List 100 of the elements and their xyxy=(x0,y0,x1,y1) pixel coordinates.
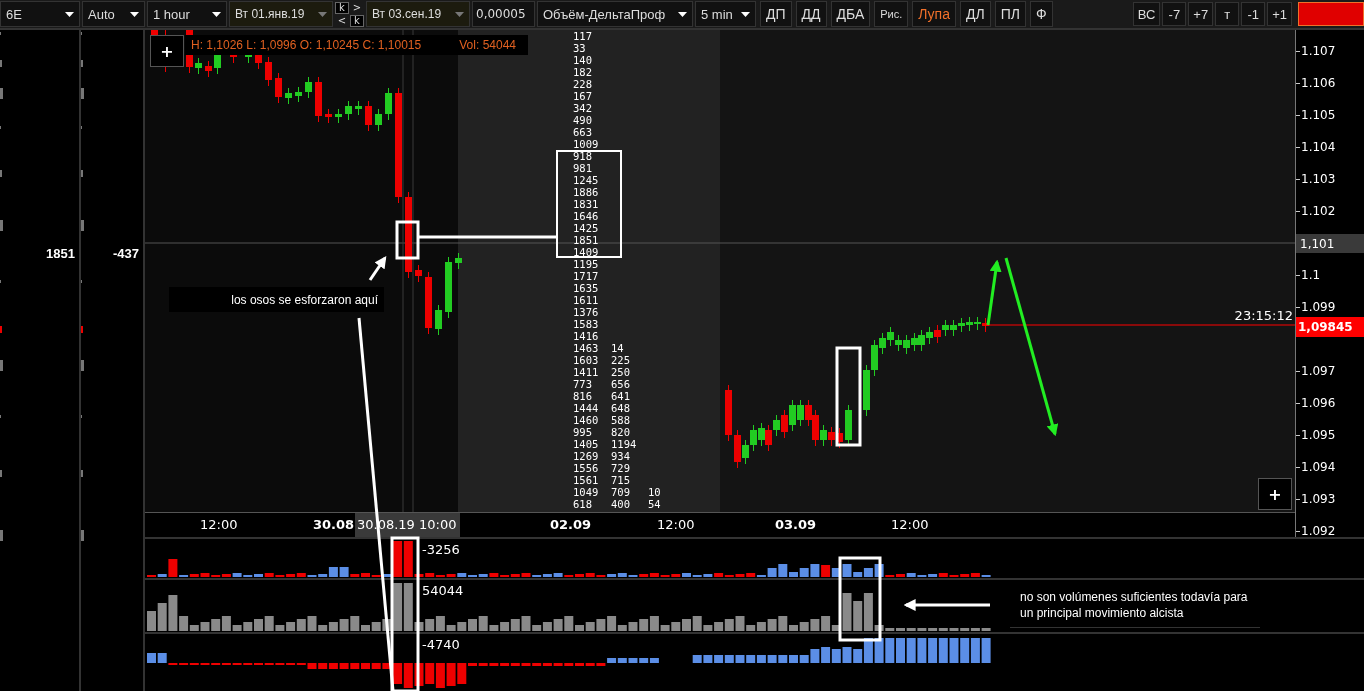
price-label: 1.093 xyxy=(1301,492,1336,506)
cluster-volume: 656 xyxy=(611,378,630,390)
cluster-volume: 773 xyxy=(573,378,592,390)
price-label: 1.095 xyxy=(1301,428,1336,442)
candle xyxy=(385,87,392,121)
toolbar-button[interactable]: Лупа xyxy=(912,1,956,27)
step-field[interactable]: 0,00005 xyxy=(472,1,535,27)
key-button[interactable]: k xyxy=(350,14,364,27)
candle xyxy=(285,87,292,105)
candle xyxy=(335,108,342,124)
candle xyxy=(315,76,322,123)
caret-icon xyxy=(678,11,687,17)
dropdown[interactable]: Auto xyxy=(82,1,145,27)
profile-bar xyxy=(80,60,83,67)
dropdown[interactable]: 6E xyxy=(0,1,80,27)
toolbar-button[interactable]: ДП xyxy=(760,1,792,27)
caret-icon xyxy=(65,11,74,17)
cursor-price-label: 1,101 xyxy=(1296,234,1364,253)
profile-bar xyxy=(80,326,83,333)
arrow-button[interactable]: < xyxy=(335,14,349,27)
indicator-value: 54044 xyxy=(422,583,464,599)
cluster-volume: 1603 xyxy=(573,354,599,366)
profile-bar xyxy=(80,360,84,371)
arrow xyxy=(368,256,387,281)
time-label: 12:00 xyxy=(200,517,238,532)
dropdown[interactable]: 5 min xyxy=(695,1,756,27)
caret-icon xyxy=(212,11,221,17)
candle xyxy=(295,86,302,103)
toolbar-button[interactable]: Рис. xyxy=(874,1,909,27)
cluster-volume: 588 xyxy=(611,414,630,426)
color-swatch[interactable] xyxy=(1298,2,1364,26)
cluster-volume: 981 xyxy=(573,162,592,174)
cluster-volume: 1405 xyxy=(573,438,599,450)
price-label: 1.097 xyxy=(1301,364,1336,378)
toolbar-button[interactable]: ПЛ xyxy=(994,1,1026,27)
date-dropdown[interactable]: Вт 03.сен.19 xyxy=(366,1,470,27)
profile-bar xyxy=(0,360,3,371)
toolbar-button[interactable]: ДД xyxy=(795,1,827,27)
toolbar-button[interactable]: т xyxy=(1215,2,1240,26)
cluster-volume: 140 xyxy=(573,54,592,66)
clock-text: 23:15:12 xyxy=(1234,308,1293,323)
cluster-volume: 820 xyxy=(611,426,630,438)
date-dropdown[interactable]: Вт 01.янв.19 xyxy=(229,1,333,27)
toolbar-button[interactable]: -1 xyxy=(1241,2,1266,26)
price-label: 1.107 xyxy=(1301,44,1336,58)
zoom-in-button[interactable]: + xyxy=(1258,478,1292,510)
caret-icon xyxy=(741,11,750,17)
indicator-value: -3256 xyxy=(422,542,460,557)
dropdown[interactable]: 1 hour xyxy=(147,1,227,27)
delta-value: 1851 xyxy=(45,246,75,261)
profile-bar xyxy=(0,530,3,541)
toolbar-button[interactable]: +7 xyxy=(1188,2,1214,26)
zoom-in-button[interactable]: + xyxy=(150,35,184,67)
cluster-volume: 1416 xyxy=(573,330,599,342)
indicator-value: -4740 xyxy=(422,637,460,653)
toolbar-button[interactable]: Ф xyxy=(1029,1,1053,27)
cluster-volume: 1886 xyxy=(573,186,599,198)
cluster-volume: 1556 xyxy=(573,462,599,474)
profile-bar xyxy=(80,470,83,477)
cluster-volume: 816 xyxy=(573,390,592,402)
cluster-volume: 1376 xyxy=(573,306,599,318)
cluster-volume: 618 xyxy=(573,498,592,510)
caret-icon xyxy=(318,11,327,17)
annotation-text: los osos se esforzaron aquí xyxy=(169,287,384,312)
cluster-volume: 1009 xyxy=(573,138,599,150)
toolbar-button[interactable]: ДБА xyxy=(830,1,871,27)
caret-icon xyxy=(130,11,139,17)
cluster-volume: 1194 xyxy=(611,438,637,450)
toolbar-button[interactable]: ВС xyxy=(1132,2,1161,26)
cluster-volume: 400 xyxy=(611,498,630,510)
candle xyxy=(415,264,422,283)
toolbar-button[interactable]: +1 xyxy=(1267,2,1292,26)
candle xyxy=(425,271,432,335)
candle xyxy=(345,100,352,121)
arrow-button[interactable]: > xyxy=(350,1,364,14)
candle xyxy=(205,60,212,78)
cluster-volume: 225 xyxy=(611,354,630,366)
candle xyxy=(265,56,272,87)
cluster-volume: 1463 xyxy=(573,342,599,354)
cluster-volume: 54 xyxy=(648,498,661,510)
ohlc-text: H: 1,1026 L: 1,0996 O: 1,10245 C: 1,10015 xyxy=(191,38,422,52)
toolbar-button[interactable]: -7 xyxy=(1162,2,1187,26)
cluster-volume: 1409 xyxy=(573,246,599,258)
key-button[interactable]: k xyxy=(335,1,349,14)
cluster-volume: 729 xyxy=(611,462,630,474)
profile-bar xyxy=(0,220,3,231)
cluster-volume: 918 xyxy=(573,150,592,162)
profile-bar xyxy=(0,88,3,99)
dropdown[interactable]: Объём-ДельтаПроф xyxy=(537,1,693,27)
time-label: 03.09 xyxy=(775,517,817,532)
arrow xyxy=(986,259,1002,326)
caret-icon xyxy=(455,11,464,17)
cluster-volume: 1245 xyxy=(573,174,599,186)
cluster-volume: 934 xyxy=(611,450,630,462)
last-price-label: 1,09845 xyxy=(1296,317,1364,337)
price-label: 1.106 xyxy=(1301,76,1336,90)
toolbar-button[interactable]: ДЛ xyxy=(960,1,991,27)
cluster-volume: 1195 xyxy=(573,258,599,270)
candle xyxy=(195,57,202,75)
cluster-volume: 1411 xyxy=(573,366,599,378)
